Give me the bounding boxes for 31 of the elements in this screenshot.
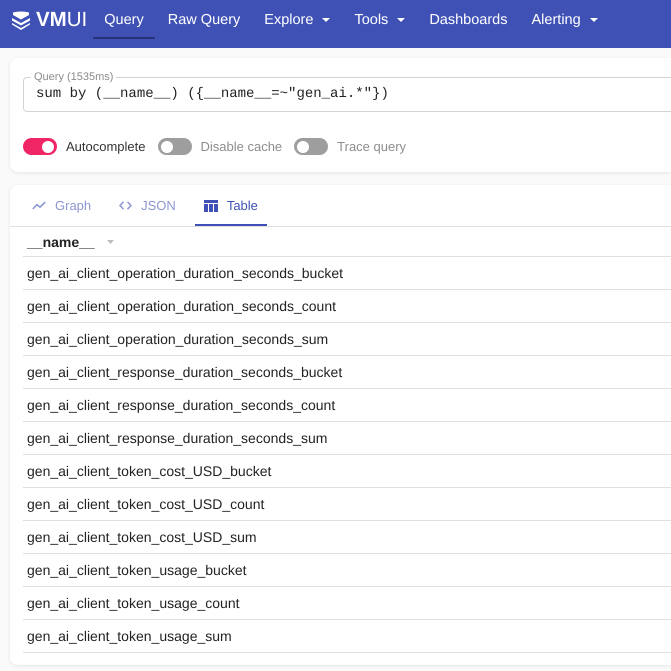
nav-tab[interactable]: Dashboards — [418, 0, 518, 39]
nav-tab[interactable]: Query — [93, 0, 155, 39]
line-chart-icon — [32, 201, 46, 210]
field-label: Query (1535ms) — [33, 70, 114, 84]
logo-text[interactable]: VMUI — [36, 8, 88, 32]
table-cell: gen_ai_client_token_cost_USD_count — [23, 488, 671, 521]
toggle-label[interactable]: Autocomplete — [66, 139, 146, 154]
table-icon — [204, 200, 218, 212]
toggle-switch[interactable] — [158, 138, 192, 155]
nav-tab[interactable]: Tools — [343, 0, 416, 39]
table-cell: gen_ai_client_token_cost_USD_bucket — [23, 455, 671, 488]
table-cell: gen_ai_client_operation_duration_seconds_count — [23, 290, 671, 323]
nav-tab[interactable]: Alerting — [520, 0, 609, 39]
column-header[interactable]: __name__ — [27, 227, 114, 256]
table-cell: gen_ai_client_token_usage_sum — [23, 620, 671, 653]
nav-tab[interactable]: Raw Query — [156, 0, 252, 39]
table-cell: gen_ai_client_response_duration_seconds_count — [23, 389, 671, 422]
table-cell: gen_ai_client_token_usage_count — [23, 587, 671, 620]
table-cell: gen_ai_client_token_usage_bucket — [23, 554, 671, 587]
table-cell: gen_ai_client_token_cost_USD_sum — [23, 521, 671, 554]
toggle-switch[interactable] — [23, 138, 57, 155]
toggle-switch[interactable] — [294, 138, 328, 155]
table-cell: gen_ai_client_response_duration_seconds_sum — [23, 422, 671, 455]
table-cell: gen_ai_client_operation_duration_seconds_sum — [23, 323, 671, 356]
query-field[interactable]: Query (1535ms) sum by (__name__) ({__name__=~"gen_ai.*"}) — [23, 70, 671, 112]
nav-tab[interactable]: Explore — [253, 0, 342, 39]
table-cell: gen_ai_client_response_duration_seconds_bucket — [23, 356, 671, 389]
view-tab[interactable]: Table — [194, 185, 267, 226]
chevron-stack-icon — [11, 10, 31, 30]
code-brackets-icon — [119, 201, 132, 210]
table-cell: gen_ai_client_operation_duration_seconds_bucket — [23, 257, 671, 290]
